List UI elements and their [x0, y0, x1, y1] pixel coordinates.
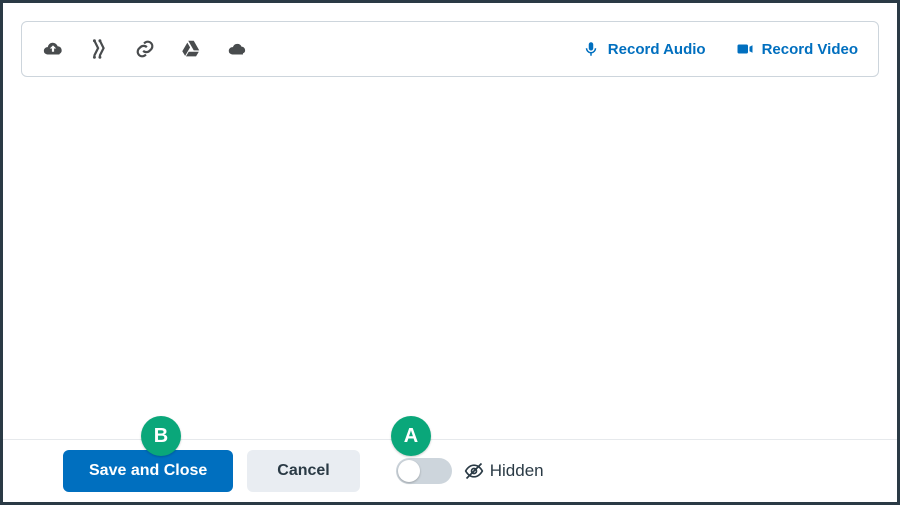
google-drive-icon[interactable] [180, 38, 202, 60]
record-audio-button[interactable]: Record Audio [582, 40, 706, 58]
footer-bar: Save and Close Cancel Hidden [3, 440, 897, 502]
onedrive-icon[interactable] [226, 38, 248, 60]
visibility-toggle-group: Hidden [396, 458, 544, 484]
cancel-button[interactable]: Cancel [247, 450, 359, 492]
visibility-toggle[interactable] [396, 458, 452, 484]
toggle-knob [398, 460, 420, 482]
toolbar-right-group: Record Audio Record Video [582, 40, 858, 58]
quicklink-icon[interactable] [88, 38, 110, 60]
content-area: Record Audio Record Video [3, 3, 897, 439]
record-audio-label: Record Audio [608, 41, 706, 58]
video-camera-icon [736, 40, 754, 58]
editor-frame: Record Audio Record Video Save and Close… [0, 0, 900, 505]
record-video-label: Record Video [762, 41, 858, 58]
upload-cloud-icon[interactable] [42, 38, 64, 60]
callout-marker-a: A [391, 416, 431, 456]
link-icon[interactable] [134, 38, 156, 60]
record-video-button[interactable]: Record Video [736, 40, 858, 58]
save-and-close-button[interactable]: Save and Close [63, 450, 233, 492]
callout-marker-b: B [141, 416, 181, 456]
microphone-icon [582, 40, 600, 58]
visibility-label: Hidden [464, 461, 544, 481]
eye-off-icon [464, 461, 484, 481]
attachments-toolbar: Record Audio Record Video [21, 21, 879, 77]
visibility-text: Hidden [490, 461, 544, 481]
toolbar-left-group [42, 38, 248, 60]
